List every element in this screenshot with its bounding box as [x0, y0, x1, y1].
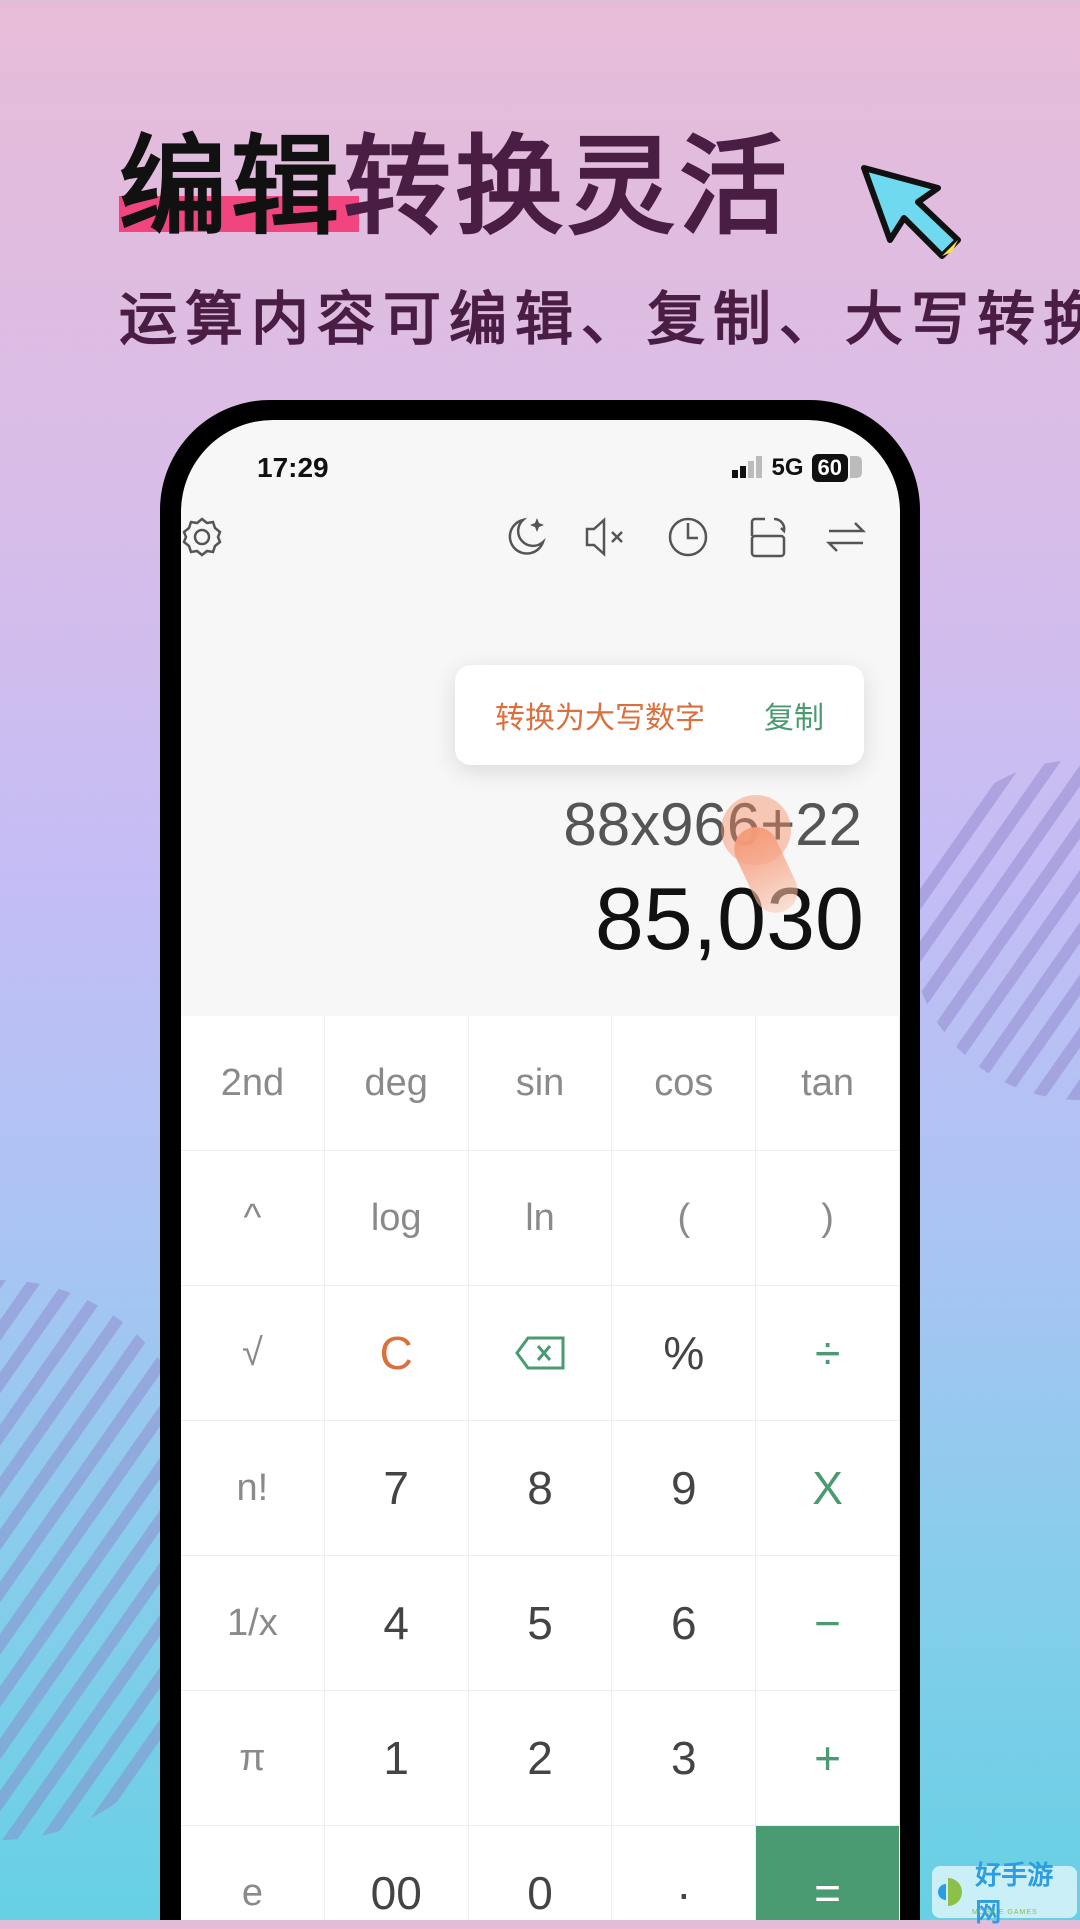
convert-uppercase-button[interactable]: 转换为大写数字 [495, 693, 705, 737]
settings-icon[interactable] [181, 514, 225, 560]
rotate-icon[interactable] [746, 514, 792, 560]
key-button[interactable]: ^ [181, 1151, 325, 1286]
mute-icon[interactable] [583, 514, 629, 560]
key-button[interactable]: ( [612, 1151, 757, 1286]
signal-icon [731, 456, 762, 478]
key-button[interactable]: 7 [324, 1421, 469, 1556]
convert-icon[interactable] [823, 514, 869, 560]
battery-icon: 60 [811, 454, 863, 482]
key-operator[interactable]: X [756, 1421, 900, 1556]
history-icon[interactable] [665, 514, 711, 560]
status-indicators: 5G 60 [731, 454, 863, 482]
result-display[interactable]: 85,030 [595, 868, 864, 970]
key-button[interactable]: 9 [612, 1421, 757, 1556]
key-operator[interactable]: + [756, 1691, 900, 1826]
promo-subtitle: 运算内容可编辑、复制、大写转换 [119, 285, 1080, 353]
cursor-icon [861, 165, 961, 259]
key-button[interactable]: 8 [468, 1421, 613, 1556]
key-button[interactable]: ) [756, 1151, 900, 1286]
backspace-button[interactable] [468, 1286, 613, 1421]
key-equals[interactable]: = [756, 1826, 900, 1920]
key-button[interactable]: 1/x [181, 1556, 325, 1691]
key-button[interactable]: 1 [324, 1691, 469, 1826]
key-operator[interactable]: − [756, 1556, 900, 1691]
key-button[interactable]: log [324, 1151, 469, 1286]
key-button[interactable]: sin [468, 1016, 613, 1151]
calculator-screen: 17:29 5G 60 转换为大写数字 复制 88x966+22 85,030 … [181, 420, 900, 1920]
key-button[interactable]: 2nd [181, 1016, 325, 1151]
key-button[interactable]: 5 [468, 1556, 613, 1691]
decor-stripes [910, 760, 1080, 1100]
key-button[interactable]: π [181, 1691, 325, 1826]
copy-button[interactable]: 复制 [764, 693, 824, 737]
key-button[interactable]: · [612, 1826, 757, 1920]
key-button[interactable]: 2 [468, 1691, 613, 1826]
key-button[interactable]: 00 [325, 1826, 469, 1920]
key-button[interactable]: 0 [469, 1826, 613, 1920]
key-operator[interactable]: ÷ [756, 1286, 900, 1421]
status-time: 17:29 [257, 452, 329, 483]
key-button[interactable]: 6 [612, 1556, 757, 1691]
dark-mode-icon[interactable] [503, 514, 549, 560]
context-menu: 转换为大写数字 复制 [455, 665, 864, 765]
expression-display[interactable]: 88x966+22 [563, 790, 862, 859]
keypad: 2nd deg sin cos tan ^ log ln() √ C% ÷ n! 7 8 9 X 1/x 4 5 6−… [181, 1016, 900, 1920]
network-type: 5G [771, 454, 804, 481]
key-button[interactable]: 3 [612, 1691, 757, 1826]
watermark-logo: 好手游网 MOBILE GAMES [932, 1860, 1077, 1927]
key-button[interactable]: e [181, 1826, 325, 1920]
promo-headline: 编辑转换灵活 [119, 125, 792, 250]
key-button[interactable]: 4 [324, 1556, 469, 1691]
key-button[interactable]: deg [324, 1016, 469, 1151]
key-button[interactable]: % [612, 1286, 757, 1421]
key-button[interactable]: n! [181, 1421, 325, 1556]
backspace-icon [515, 1336, 565, 1370]
key-button[interactable]: tan [756, 1016, 900, 1151]
key-button[interactable]: cos [612, 1016, 757, 1151]
key-button[interactable]: √ [181, 1286, 325, 1421]
key-button[interactable]: ln [468, 1151, 613, 1286]
key-clear[interactable]: C [324, 1286, 469, 1421]
watermark-icon [938, 1878, 962, 1906]
